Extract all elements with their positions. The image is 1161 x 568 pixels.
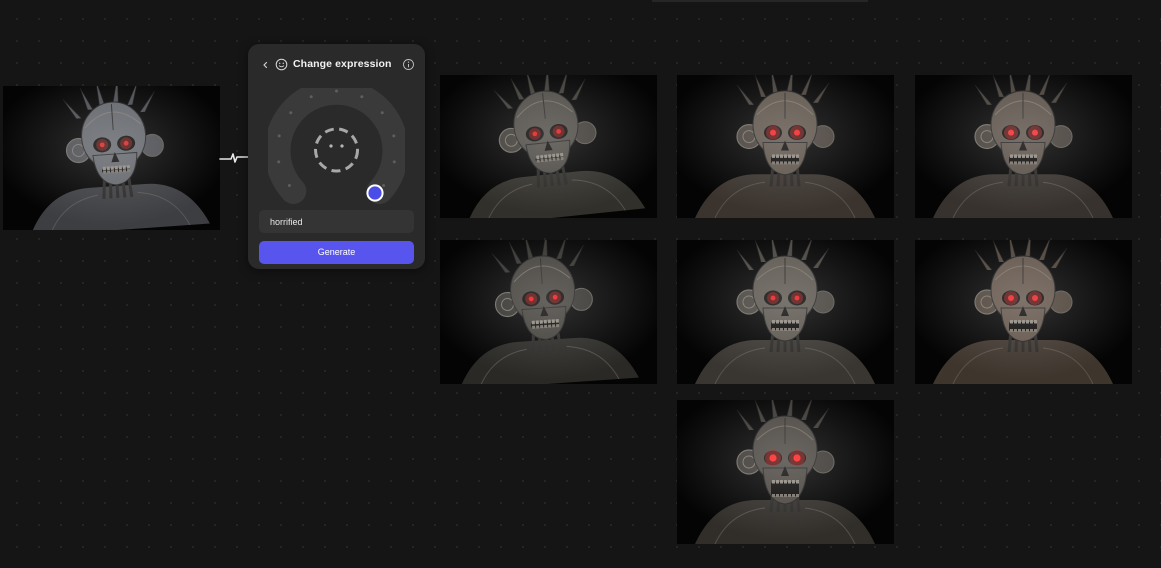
dial-track bbox=[268, 88, 405, 204]
result-image[interactable] bbox=[915, 75, 1132, 218]
result-image[interactable] bbox=[677, 240, 894, 384]
expression-dial[interactable] bbox=[268, 88, 405, 209]
dial-tick-dot bbox=[309, 95, 313, 99]
dial-handle[interactable] bbox=[366, 184, 384, 202]
dial-tick-dot bbox=[380, 111, 384, 115]
result-image[interactable] bbox=[677, 75, 894, 218]
result-image[interactable] bbox=[677, 400, 894, 544]
dial-tick-dot bbox=[382, 184, 386, 188]
change-expression-panel: Change expression Generate bbox=[248, 44, 425, 269]
dial-tick-dot bbox=[277, 134, 281, 138]
result-image[interactable] bbox=[915, 240, 1132, 384]
offscreen-node-edge bbox=[652, 0, 868, 2]
face-eye-left bbox=[329, 144, 333, 148]
dial-tick-dot bbox=[392, 160, 396, 164]
result-image[interactable] bbox=[440, 75, 657, 218]
dial-tick-dot bbox=[289, 111, 293, 115]
generate-button[interactable]: Generate bbox=[259, 241, 414, 264]
panel-title: Change expression bbox=[293, 58, 392, 70]
node-canvas[interactable]: Change expression Generate bbox=[0, 0, 1161, 568]
info-icon[interactable] bbox=[402, 58, 415, 71]
connector-icon bbox=[219, 153, 249, 163]
smiley-face-icon bbox=[275, 58, 288, 71]
result-image[interactable] bbox=[440, 240, 657, 384]
source-image[interactable] bbox=[3, 86, 220, 230]
dial-tick-dot bbox=[335, 89, 338, 93]
expression-input[interactable] bbox=[259, 210, 414, 233]
dial-tick-dot bbox=[392, 134, 396, 138]
face-outline-icon bbox=[314, 127, 359, 173]
dial-tick-dot bbox=[287, 184, 291, 188]
face-eye-right bbox=[340, 144, 344, 148]
dial-tick-dot bbox=[277, 160, 281, 164]
dial-tick-dot bbox=[360, 95, 364, 99]
chevron-left-icon[interactable] bbox=[260, 58, 270, 72]
panel-header: Change expression bbox=[248, 56, 425, 74]
